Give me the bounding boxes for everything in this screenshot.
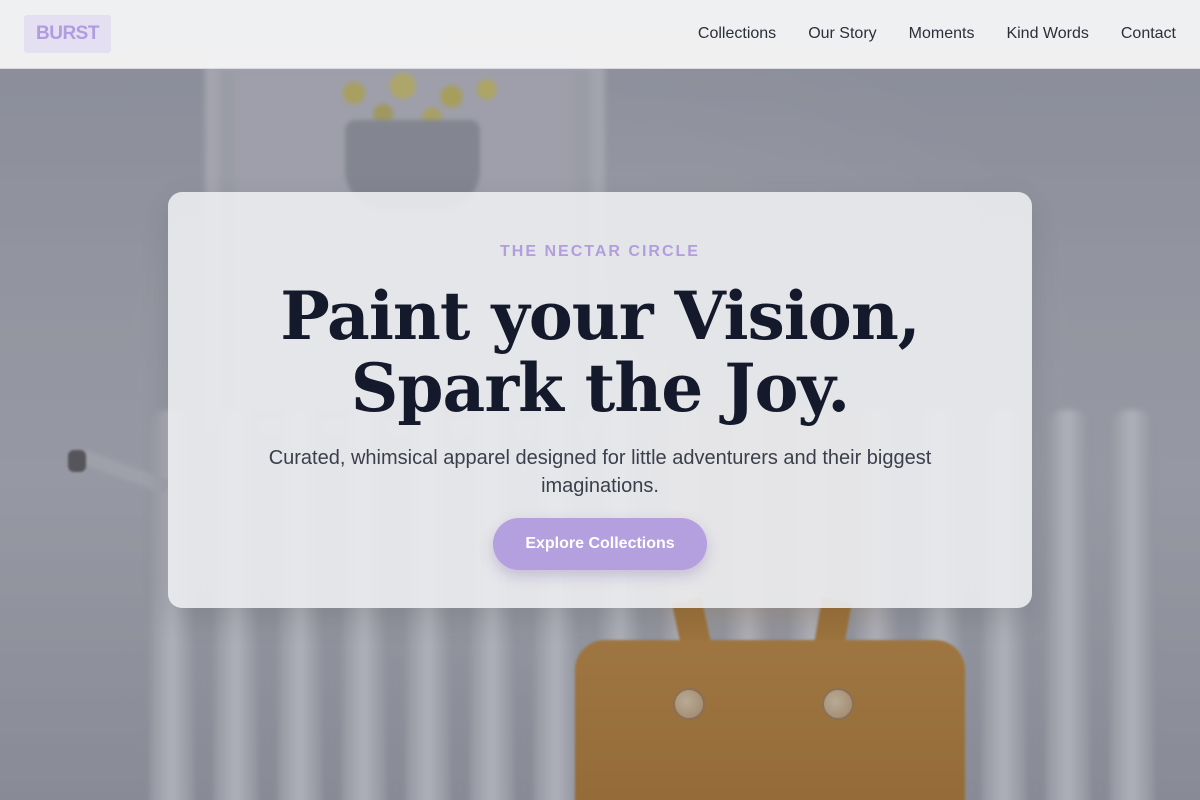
nav-links: Collections Our Story Moments Kind Words…: [698, 25, 1176, 43]
top-navbar: BURST Collections Our Story Moments Kind…: [0, 0, 1200, 69]
nav-link-collections[interactable]: Collections: [698, 25, 776, 43]
brand-logo[interactable]: BURST: [24, 15, 111, 53]
hero-subtitle: Curated, whimsical apparel designed for …: [268, 447, 932, 497]
hero-card: THE NECTAR CIRCLE Paint your Vision, Spa…: [168, 192, 1032, 608]
nav-link-our-story[interactable]: Our Story: [808, 25, 876, 43]
hero-headline-line-2: Spark the Joy.: [350, 349, 850, 427]
explore-collections-button[interactable]: Explore Collections: [493, 518, 707, 570]
nav-link-contact[interactable]: Contact: [1121, 25, 1176, 43]
nav-link-moments[interactable]: Moments: [909, 25, 975, 43]
hero-headline: Paint your Vision, Spark the Joy.: [280, 277, 921, 427]
hero-headline-line-1: Paint your Vision,: [280, 277, 921, 355]
hero-eyebrow: THE NECTAR CIRCLE: [500, 243, 700, 260]
nav-link-kind-words[interactable]: Kind Words: [1006, 25, 1088, 43]
